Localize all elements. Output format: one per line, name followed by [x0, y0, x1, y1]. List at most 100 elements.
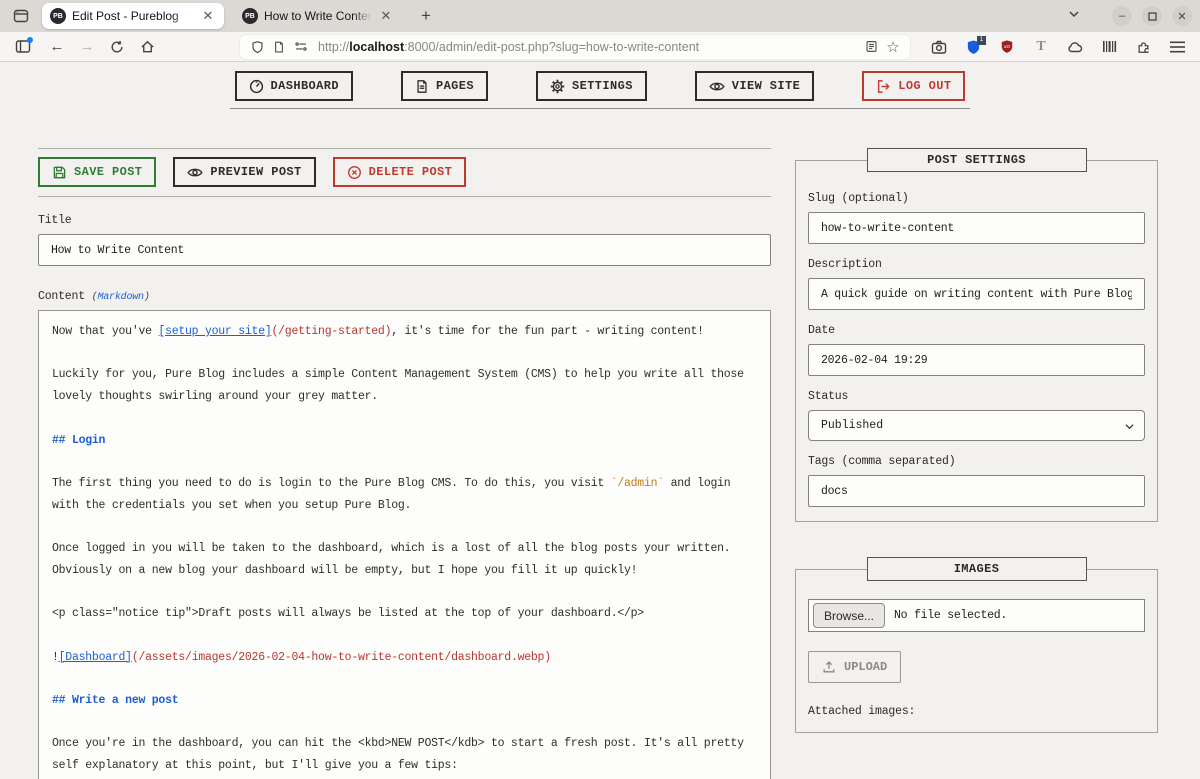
editor-line: <p class="notice tip">Draft posts will a… — [52, 603, 757, 625]
upload-button[interactable]: UPLOAD — [808, 651, 901, 683]
tab-how-to-write-content[interactable]: PB How to Write Content - Pure ✕ — [234, 3, 402, 29]
back-icon[interactable]: ← — [44, 35, 70, 59]
editor-line: Luckily for you, Pure Blog includes a si… — [52, 364, 757, 386]
permissions-icon[interactable] — [290, 35, 312, 59]
extensions-puzzle-icon[interactable] — [1130, 35, 1156, 59]
window-maximize-button[interactable] — [1142, 6, 1162, 26]
editor-line — [52, 516, 757, 538]
content-label: Content (Markdown) — [38, 290, 771, 303]
tags-label: Tags (comma separated) — [808, 455, 1145, 468]
tab-close-icon[interactable]: ✕ — [378, 8, 394, 24]
no-file-text: No file selected. — [894, 609, 1007, 622]
editor-line: Now that you've [setup your site](/getti… — [52, 321, 757, 343]
slug-input[interactable] — [808, 212, 1145, 244]
post-sidebar-column: POST SETTINGS Slug (optional) Descriptio… — [795, 148, 1158, 779]
gauge-icon — [249, 79, 264, 94]
post-settings-panel: POST SETTINGS Slug (optional) Descriptio… — [795, 148, 1158, 522]
window-close-button[interactable]: ✕ — [1172, 6, 1192, 26]
reload-icon[interactable] — [104, 35, 130, 59]
circle-x-icon — [347, 165, 362, 180]
editor-line: self explanatory at this point, but I'll… — [52, 755, 757, 777]
eye-icon — [709, 80, 725, 93]
status-label: Status — [808, 390, 1145, 403]
nav-settings-button[interactable]: SETTINGS — [536, 71, 647, 101]
date-input[interactable] — [808, 344, 1145, 376]
tracking-protection-shield-icon[interactable] — [246, 35, 268, 59]
editor-line — [52, 343, 757, 365]
ublock-extension-icon[interactable]: uO — [994, 35, 1020, 59]
barcode-extension-icon[interactable] — [1096, 35, 1122, 59]
preview-post-button[interactable]: PREVIEW POST — [173, 157, 315, 187]
document-icon — [415, 79, 429, 94]
bitwarden-extension-icon[interactable]: 1 — [960, 35, 986, 59]
editor-line: ## Login — [52, 430, 757, 452]
images-panel: IMAGES Browse... No file selected. UPLOA… — [795, 557, 1158, 733]
sidebar-toggle-icon[interactable] — [10, 35, 36, 59]
nav-pages-button[interactable]: PAGES — [401, 71, 488, 101]
post-action-row: SAVE POST PREVIEW POST DELETE POST — [38, 157, 771, 187]
editor-line — [52, 451, 757, 473]
t-extension-icon[interactable]: T — [1028, 35, 1054, 59]
editor-line: ![Dashboard](/assets/images/2026-02-04-h… — [52, 647, 757, 669]
nav-view-site-button[interactable]: VIEW SITE — [695, 71, 814, 101]
post-editor-column: SAVE POST PREVIEW POST DELETE POST Title… — [38, 148, 771, 779]
nav-log-out-button[interactable]: LOG OUT — [862, 71, 965, 101]
editor-line — [52, 625, 757, 647]
url-bar[interactable]: http://localhost:8000/admin/edit-post.ph… — [240, 35, 910, 59]
markdown-link[interactable]: Markdown — [97, 292, 143, 303]
editor-line: ## Write a new post — [52, 690, 757, 712]
nav-dashboard-button[interactable]: DASHBOARD — [235, 71, 353, 101]
page-info-icon[interactable] — [268, 35, 290, 59]
forward-icon[interactable]: → — [74, 35, 100, 59]
cloud-extension-icon[interactable] — [1062, 35, 1088, 59]
new-tab-button[interactable]: + — [414, 6, 438, 26]
screenshot-camera-icon[interactable] — [926, 35, 952, 59]
bookmark-star-icon[interactable]: ☆ — [882, 35, 904, 59]
editor-line: The first thing you need to do is login … — [52, 473, 757, 495]
list-tabs-chevron-icon[interactable] — [1068, 7, 1080, 25]
svg-text:uO: uO — [1004, 44, 1011, 50]
gear-icon — [550, 79, 565, 94]
editor-line: Once you're in the dashboard, you can hi… — [52, 733, 757, 755]
pureblog-favicon: PB — [242, 8, 258, 24]
editor-line — [52, 712, 757, 734]
tags-input[interactable] — [808, 475, 1145, 507]
pureblog-favicon: PB — [50, 8, 66, 24]
editor-line: Obviously on a new blog your dashboard w… — [52, 560, 757, 582]
home-icon[interactable] — [134, 35, 160, 59]
tab-close-icon[interactable]: ✕ — [200, 8, 216, 24]
file-input[interactable]: Browse... No file selected. — [808, 599, 1145, 632]
attached-images-label: Attached images: — [808, 705, 1145, 718]
url-text: http://localhost:8000/admin/edit-post.ph… — [318, 40, 860, 54]
reader-mode-icon[interactable] — [860, 35, 882, 59]
logout-icon — [876, 79, 891, 94]
status-select[interactable]: Published — [808, 410, 1145, 441]
tab-edit-post[interactable]: PB Edit Post - Pureblog ✕ — [42, 3, 224, 29]
editor-line — [52, 408, 757, 430]
menu-hamburger-icon[interactable] — [1164, 35, 1190, 59]
delete-post-button[interactable]: DELETE POST — [333, 157, 467, 187]
upload-icon — [822, 660, 836, 674]
editor-line: with the credentials you set when you se… — [52, 495, 757, 517]
content-editor[interactable]: Now that you've [setup your site](/getti… — [38, 310, 771, 779]
title-input[interactable] — [38, 234, 771, 266]
post-settings-legend: POST SETTINGS — [867, 148, 1087, 172]
floppy-disk-icon — [52, 165, 67, 180]
nav-divider — [230, 108, 970, 109]
window-minimize-button[interactable]: – — [1112, 6, 1132, 26]
editor-line — [52, 581, 757, 603]
tab-title: Edit Post - Pureblog — [72, 9, 194, 23]
tab-title: How to Write Content - Pure — [264, 9, 372, 23]
browse-button[interactable]: Browse... — [813, 603, 885, 628]
description-input[interactable] — [808, 278, 1145, 310]
divider — [38, 196, 771, 197]
eye-icon — [187, 166, 203, 179]
firefox-view-icon[interactable] — [8, 4, 34, 28]
admin-nav: DASHBOARD PAGES SETTINGS VIEW SITE LOG O… — [0, 71, 1200, 101]
browser-tab-bar: PB Edit Post - Pureblog ✕ PB How to Writ… — [0, 0, 1200, 32]
save-post-button[interactable]: SAVE POST — [38, 157, 156, 187]
browser-toolbar: ← → http://localhost:8000/admin/edit-pos… — [0, 32, 1200, 62]
bitwarden-badge: 1 — [977, 36, 986, 45]
notification-dot — [27, 37, 33, 43]
divider — [38, 148, 771, 149]
